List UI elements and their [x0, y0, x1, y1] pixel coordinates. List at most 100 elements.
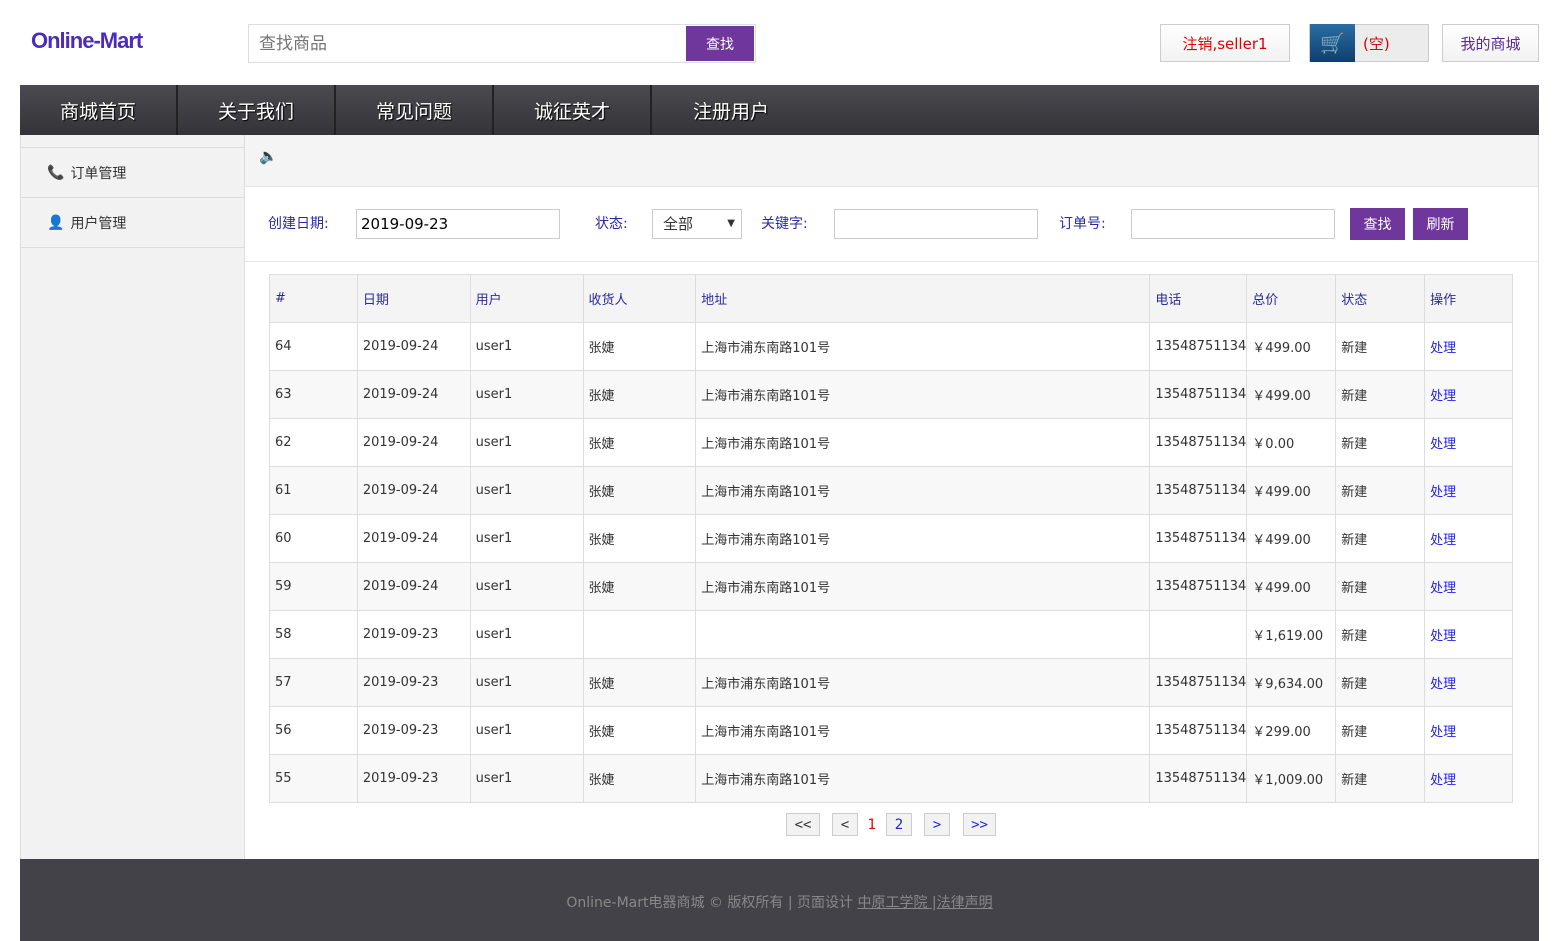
- sidebar-item-label: 用户管理: [70, 215, 127, 232]
- table-cell: 新建: [1335, 706, 1426, 755]
- nav-faq[interactable]: 常见问题: [336, 85, 494, 135]
- table-row: 60 2019-09-24 user1 张婕 上海市浦东南路101号 1354875113…: [269, 514, 1513, 563]
- cart-status: (空): [1363, 34, 1390, 53]
- footer-link-legal[interactable]: 法律声明: [937, 895, 993, 911]
- table-cell: 13548751134: [1149, 562, 1248, 611]
- footer-link-school[interactable]: 中原工学院: [857, 895, 931, 911]
- process-link[interactable]: 处理: [1424, 370, 1513, 419]
- process-link[interactable]: 处理: [1424, 418, 1513, 467]
- table-cell: ￥9,634.00: [1246, 658, 1337, 707]
- table-cell: ￥1,619.00: [1246, 610, 1337, 659]
- table-cell: ￥0.00: [1246, 418, 1337, 467]
- table-cell: 张婕: [582, 754, 697, 803]
- table-cell: 张婕: [582, 562, 697, 611]
- my-mall-button[interactable]: 我的商城: [1442, 24, 1539, 62]
- table-cell: 57: [269, 658, 358, 707]
- table-cell: 61: [269, 466, 358, 515]
- nav-jobs[interactable]: 诚征英才: [494, 85, 652, 135]
- table-cell: 新建: [1335, 418, 1426, 467]
- sidebar-item-orders[interactable]: 📞 订单管理: [21, 148, 244, 198]
- process-link[interactable]: 处理: [1424, 658, 1513, 707]
- table-row: 56 2019-09-23 user1 张婕 上海市浦东南路101号 1354875113…: [269, 706, 1513, 755]
- table-cell: 张婕: [582, 466, 697, 515]
- table-cell: user1: [469, 562, 584, 611]
- table-cell: 上海市浦东南路101号: [695, 322, 1151, 371]
- table-row: 59 2019-09-24 user1 张婕 上海市浦东南路101号 1354875113…: [269, 562, 1513, 611]
- table-cell: 新建: [1335, 610, 1426, 659]
- table-cell: [582, 610, 697, 659]
- table-cell: 2019-09-24: [356, 370, 471, 419]
- table-cell: 2019-09-24: [356, 466, 471, 515]
- table-cell: 13548751134: [1149, 754, 1248, 803]
- table-cell: user1: [469, 418, 584, 467]
- table-cell: user1: [469, 514, 584, 563]
- footer: Online-Mart电器商城 © 版权所有 | 页面设计 中原工学院 |法律声…: [20, 859, 1539, 941]
- column-header: 状态: [1335, 274, 1426, 323]
- next-page-button[interactable]: >: [924, 813, 950, 836]
- prev-page-button[interactable]: <: [832, 813, 858, 836]
- page-2-button[interactable]: 2: [886, 813, 912, 836]
- table-cell: 上海市浦东南路101号: [695, 658, 1151, 707]
- table-row: 63 2019-09-24 user1 张婕 上海市浦东南路101号 1354875113…: [269, 370, 1513, 419]
- table-cell: 13548751134: [1149, 322, 1248, 371]
- process-link[interactable]: 处理: [1424, 322, 1513, 371]
- table-cell: 新建: [1335, 754, 1426, 803]
- column-header: #: [269, 274, 358, 323]
- table-cell: user1: [469, 610, 584, 659]
- search-button[interactable]: 查找: [686, 26, 754, 61]
- table-cell: 上海市浦东南路101号: [695, 706, 1151, 755]
- table-cell: user1: [469, 322, 584, 371]
- process-link[interactable]: 处理: [1424, 754, 1513, 803]
- table-cell: ￥499.00: [1246, 370, 1337, 419]
- logout-button[interactable]: 注销,seller1: [1160, 24, 1290, 62]
- column-header: 总价: [1246, 274, 1337, 323]
- process-link[interactable]: 处理: [1424, 466, 1513, 515]
- table-row: 55 2019-09-23 user1 张婕 上海市浦东南路101号 1354875113…: [269, 754, 1513, 803]
- table-cell: user1: [469, 466, 584, 515]
- table-row: 57 2019-09-23 user1 张婕 上海市浦东南路101号 1354875113…: [269, 658, 1513, 707]
- table-cell: 13548751134: [1149, 466, 1248, 515]
- column-header: 用户: [469, 274, 584, 323]
- table-cell: 62: [269, 418, 358, 467]
- table-cell: 2019-09-23: [356, 610, 471, 659]
- nav-about[interactable]: 关于我们: [178, 85, 336, 135]
- column-header: 地址: [695, 274, 1151, 323]
- table-cell: 13548751134: [1149, 370, 1248, 419]
- table-cell: 新建: [1335, 370, 1426, 419]
- process-link[interactable]: 处理: [1424, 514, 1513, 563]
- table-cell: [695, 610, 1151, 659]
- status-select[interactable]: 全部 ▼: [652, 209, 742, 239]
- search-orders-button[interactable]: 查找: [1350, 208, 1405, 240]
- sidebar-item-users[interactable]: 👤 用户管理: [21, 198, 244, 248]
- speaker-icon: 🔈: [259, 147, 278, 165]
- last-page-button[interactable]: >>: [963, 813, 996, 836]
- table-cell: 2019-09-24: [356, 322, 471, 371]
- table-cell: 2019-09-23: [356, 754, 471, 803]
- table-cell: user1: [469, 370, 584, 419]
- date-input[interactable]: [356, 209, 560, 239]
- keyword-input[interactable]: [834, 209, 1038, 239]
- sidebar: 📞 订单管理 👤 用户管理: [20, 135, 245, 859]
- search-input[interactable]: [249, 25, 685, 62]
- order-number-input[interactable]: [1131, 209, 1335, 239]
- table-cell: 上海市浦东南路101号: [695, 754, 1151, 803]
- table-cell: 64: [269, 322, 358, 371]
- table-cell: [1149, 610, 1248, 659]
- logo[interactable]: Online-Mart: [31, 28, 143, 54]
- table-cell: 张婕: [582, 370, 697, 419]
- refresh-button[interactable]: 刷新: [1413, 208, 1468, 240]
- table-cell: user1: [469, 754, 584, 803]
- nav-home[interactable]: 商城首页: [20, 85, 178, 135]
- table-cell: 2019-09-23: [356, 706, 471, 755]
- process-link[interactable]: 处理: [1424, 706, 1513, 755]
- table-cell: 2019-09-23: [356, 658, 471, 707]
- orders-table: # 日期 用户 收货人 地址 电话 总价 状态 操作 64 2019-09-24 user1 张婕 上海…: [269, 274, 1513, 803]
- process-link[interactable]: 处理: [1424, 610, 1513, 659]
- cart-button[interactable]: 🛒 (空): [1309, 24, 1429, 62]
- table-cell: 新建: [1335, 322, 1426, 371]
- dropdown-arrow-icon: ▼: [727, 218, 735, 229]
- first-page-button[interactable]: <<: [786, 813, 820, 836]
- nav-register[interactable]: 注册用户: [652, 85, 810, 135]
- process-link[interactable]: 处理: [1424, 562, 1513, 611]
- notice-bar: 🔈: [245, 135, 1538, 187]
